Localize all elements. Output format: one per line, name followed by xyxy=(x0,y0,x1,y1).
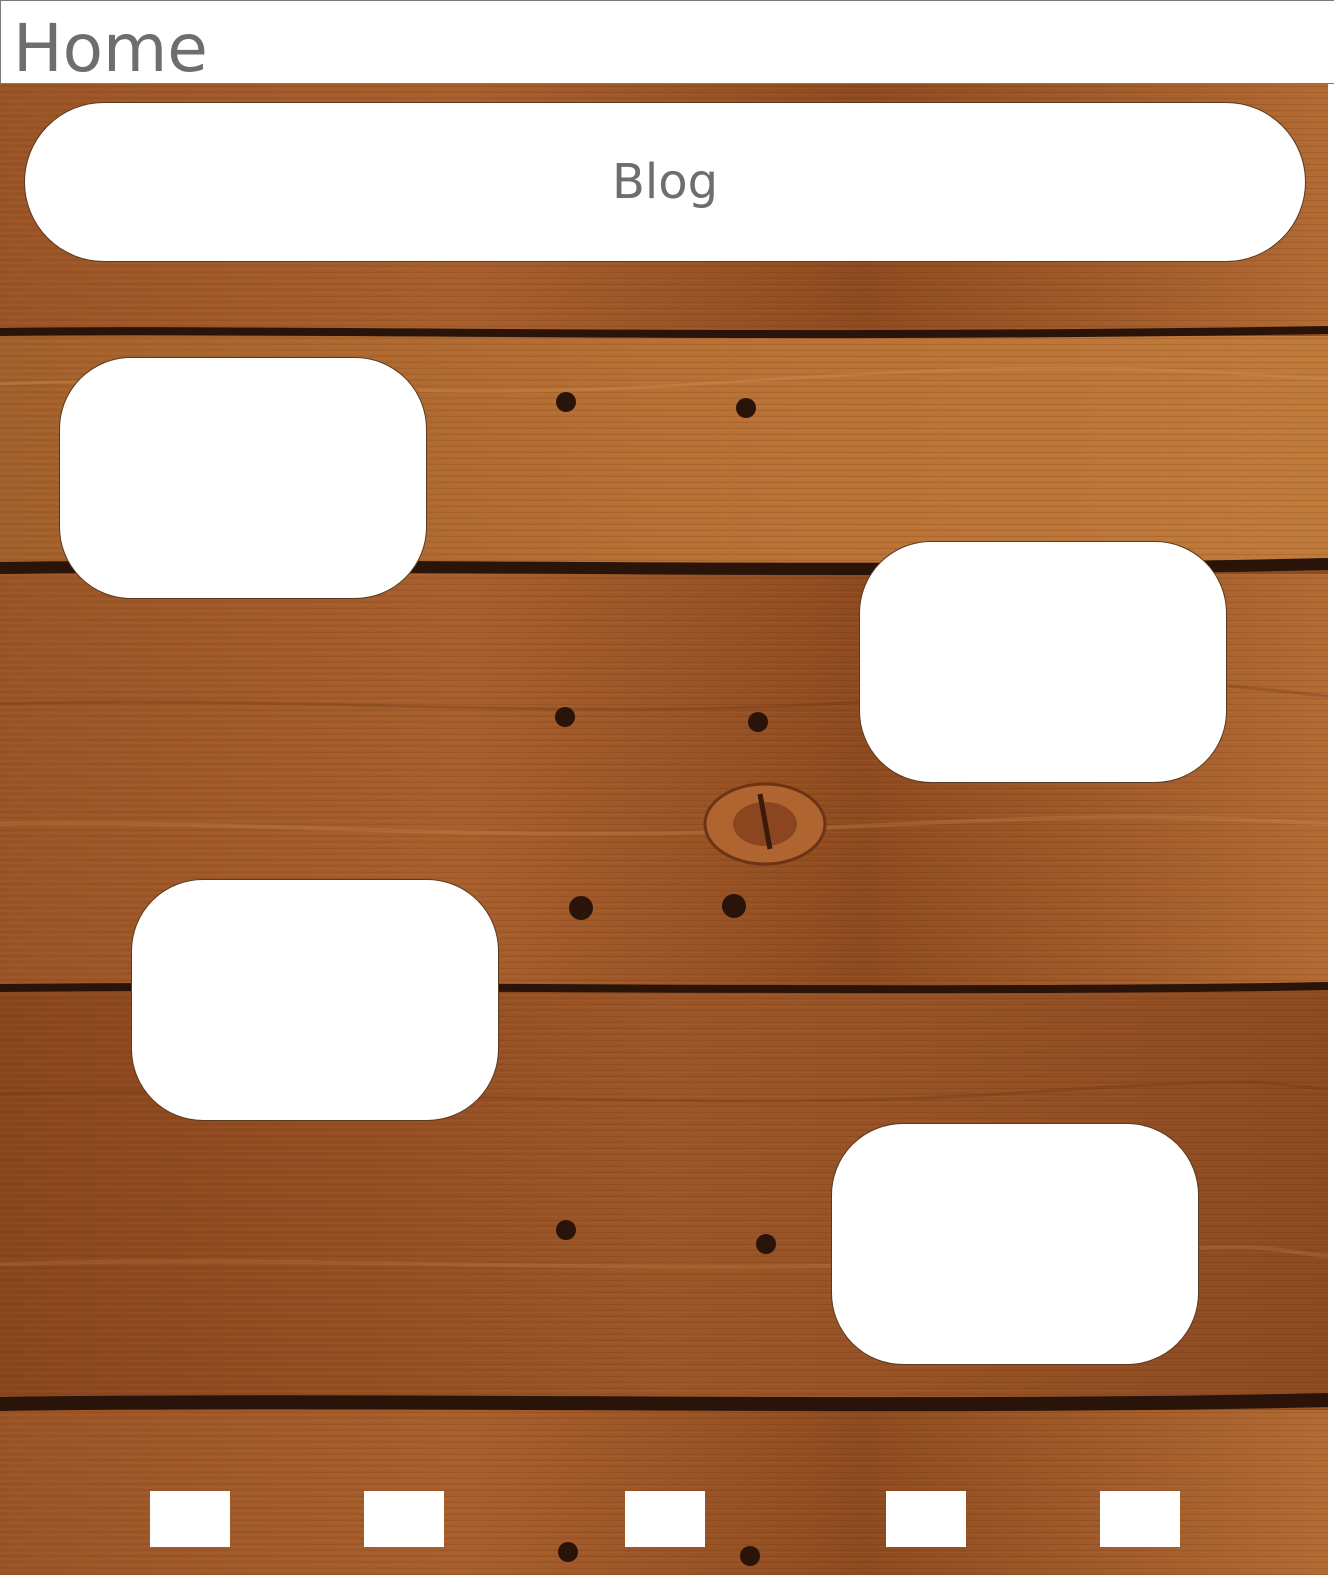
blog-button[interactable]: Blog xyxy=(24,102,1306,262)
page-indicator-3[interactable] xyxy=(625,1491,705,1547)
home-screen: Home Blog xyxy=(0,0,1334,1575)
page-indicator-2[interactable] xyxy=(364,1491,444,1547)
top-header: Home xyxy=(0,0,1334,87)
page-indicator-5[interactable] xyxy=(1100,1491,1180,1547)
content-card[interactable] xyxy=(59,357,427,599)
page-indicator-1[interactable] xyxy=(150,1491,230,1547)
page-title: Home xyxy=(13,10,208,87)
page-indicator-4[interactable] xyxy=(886,1491,966,1547)
content-card[interactable] xyxy=(859,541,1227,783)
content-card[interactable] xyxy=(831,1123,1199,1365)
content-card[interactable] xyxy=(131,879,499,1121)
blog-button-label: Blog xyxy=(611,154,719,210)
